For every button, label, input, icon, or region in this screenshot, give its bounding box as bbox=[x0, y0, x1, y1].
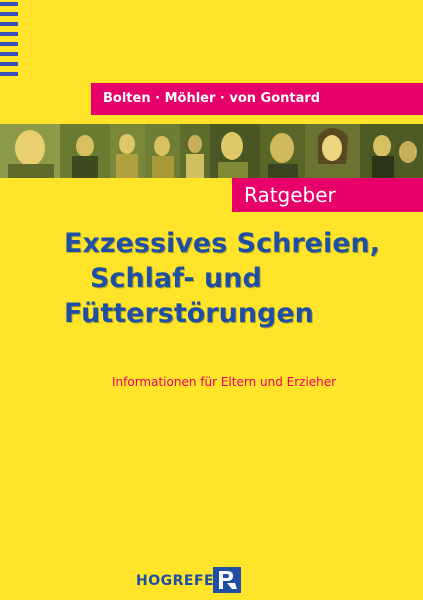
publisher-name: HOGREFE bbox=[136, 573, 215, 589]
authors-text: Bolten · Möhler · von Gontard bbox=[103, 91, 321, 106]
photo-strip bbox=[0, 124, 423, 178]
title-line-2: Schlaf- und bbox=[90, 263, 262, 294]
subtitle: Informationen für Eltern und Erzieher bbox=[112, 375, 337, 389]
series-band: Ratgeber bbox=[232, 178, 423, 212]
author-band: Bolten · Möhler · von Gontard bbox=[91, 83, 423, 115]
publisher-mark-icon bbox=[213, 567, 241, 593]
title-line-1: Exzessives Schreien, bbox=[64, 228, 381, 259]
series-label: Ratgeber bbox=[244, 183, 336, 207]
photo-collage-image bbox=[0, 124, 423, 178]
book-cover: Bolten · Möhler · von Gontard Ratgeber E… bbox=[0, 0, 423, 600]
decorative-stripes bbox=[0, 0, 18, 84]
title-line-3: Fütterstörungen bbox=[64, 298, 314, 329]
publisher-logo: HOGREFE bbox=[136, 567, 296, 593]
book-title: Exzessives Schreien, Schlaf- und Fütters… bbox=[64, 226, 414, 331]
